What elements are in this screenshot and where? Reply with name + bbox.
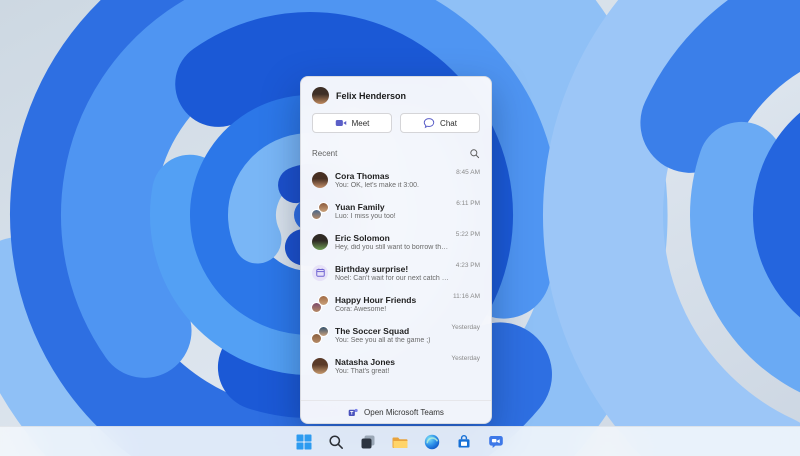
desktop: Felix Henderson Meet Chat Recent Cora Th… bbox=[0, 0, 800, 456]
file-explorer-icon bbox=[392, 437, 408, 448]
conversation-text: Eric Solomon Hey, did you still want to … bbox=[335, 233, 449, 251]
taskbar-task-view-button[interactable] bbox=[355, 429, 381, 455]
conversation-name: Birthday surprise! bbox=[335, 263, 409, 274]
taskbar-search-button[interactable] bbox=[323, 429, 349, 455]
conversation-text: Natasha Jones You: That's great! bbox=[335, 357, 444, 375]
camera-icon bbox=[335, 120, 346, 126]
taskbar-store-button[interactable] bbox=[451, 429, 477, 455]
avatar bbox=[311, 294, 329, 313]
conversation-preview: Noel: Can't wait for our next catch up! bbox=[335, 274, 449, 282]
conversation-name: Happy Hour Friends bbox=[335, 294, 417, 305]
conversation-row[interactable]: The Soccer Squad You: See you all at the… bbox=[306, 319, 486, 350]
conversation-time: 8:45 AM bbox=[456, 169, 480, 176]
chat-icon bbox=[423, 118, 435, 129]
taskbar bbox=[0, 426, 800, 456]
taskbar-start-button[interactable] bbox=[291, 429, 317, 455]
taskbar-file-explorer-button[interactable] bbox=[387, 429, 413, 455]
task-view-icon bbox=[361, 435, 375, 448]
conversation-time: 5:22 PM bbox=[455, 231, 480, 238]
edge-icon bbox=[424, 434, 440, 449]
open-teams-label: Open Microsoft Teams bbox=[364, 407, 444, 417]
conversation-preview: Cora: Awesome! bbox=[335, 305, 387, 313]
avatar bbox=[312, 357, 328, 374]
conversation-preview: Luo: I miss you too! bbox=[335, 212, 396, 220]
conversation-list: Cora Thomas You: OK, let's make it 3:00.… bbox=[301, 162, 491, 400]
conversation-name: The Soccer Squad bbox=[335, 325, 410, 336]
chat-button[interactable]: Chat bbox=[400, 113, 480, 133]
conversation-name: Yuan Family bbox=[335, 201, 385, 212]
conversation-time: Yesterday bbox=[451, 355, 480, 362]
calendar-icon bbox=[315, 268, 325, 277]
avatar bbox=[312, 171, 328, 188]
windows-start-icon bbox=[296, 434, 312, 449]
conversation-time: 4:23 PM bbox=[455, 262, 480, 269]
flyout-header: Felix Henderson bbox=[301, 77, 491, 111]
action-row: Meet Chat bbox=[301, 111, 491, 143]
conversation-row[interactable]: Birthday surprise! Noel: Can't wait for … bbox=[306, 257, 486, 288]
conversation-name: Natasha Jones bbox=[335, 356, 395, 367]
conversation-text: Yuan Family Luo: I miss you too! bbox=[335, 202, 449, 220]
teams-chat-icon bbox=[489, 435, 503, 448]
taskbar-icons bbox=[291, 429, 509, 455]
conversation-text: Birthday surprise! Noel: Can't wait for … bbox=[335, 264, 449, 282]
teams-chat-flyout: Felix Henderson Meet Chat Recent Cora Th… bbox=[300, 76, 492, 424]
conversation-row[interactable]: Eric Solomon Hey, did you still want to … bbox=[306, 226, 486, 257]
conversation-text: Happy Hour Friends Cora: Awesome! bbox=[335, 295, 446, 313]
avatar bbox=[311, 325, 329, 344]
taskbar-edge-button[interactable] bbox=[419, 429, 445, 455]
recent-label: Recent bbox=[312, 149, 338, 158]
conversation-time: 6:11 PM bbox=[456, 200, 480, 207]
conversation-preview: Hey, did you still want to borrow the no… bbox=[335, 243, 449, 251]
conversation-preview: You: OK, let's make it 3:00. bbox=[335, 181, 419, 189]
user-avatar bbox=[312, 87, 329, 104]
user-name: Felix Henderson bbox=[336, 90, 407, 101]
search-icon bbox=[329, 434, 343, 449]
conversation-row[interactable]: Natasha Jones You: That's great! Yesterd… bbox=[306, 350, 486, 381]
conversation-time: Yesterday bbox=[451, 324, 480, 331]
teams-icon bbox=[348, 408, 358, 416]
store-icon bbox=[458, 434, 470, 447]
conversation-row[interactable]: Cora Thomas You: OK, let's make it 3:00.… bbox=[306, 164, 486, 195]
avatar bbox=[312, 264, 328, 281]
search-icon bbox=[470, 149, 480, 159]
conversation-preview: You: See you all at the game ;) bbox=[335, 336, 431, 344]
chat-button-label: Chat bbox=[440, 118, 457, 128]
recent-row: Recent bbox=[301, 143, 491, 162]
meet-button-label: Meet bbox=[351, 118, 370, 128]
conversation-preview: You: That's great! bbox=[335, 367, 390, 375]
taskbar-chat-button[interactable] bbox=[483, 429, 509, 455]
conversation-row[interactable]: Yuan Family Luo: I miss you too! 6:11 PM bbox=[306, 195, 486, 226]
meet-button[interactable]: Meet bbox=[312, 113, 392, 133]
conversation-text: The Soccer Squad You: See you all at the… bbox=[335, 326, 444, 344]
avatar bbox=[311, 201, 329, 220]
conversation-time: 11:16 AM bbox=[453, 293, 480, 300]
open-teams-button[interactable]: Open Microsoft Teams bbox=[301, 400, 491, 423]
conversation-row[interactable]: Happy Hour Friends Cora: Awesome! 11:16 … bbox=[306, 288, 486, 319]
avatar bbox=[312, 233, 328, 250]
conversation-name: Eric Solomon bbox=[335, 232, 390, 243]
search-button[interactable] bbox=[469, 148, 480, 159]
conversation-text: Cora Thomas You: OK, let's make it 3:00. bbox=[335, 171, 449, 189]
conversation-name: Cora Thomas bbox=[335, 170, 390, 181]
